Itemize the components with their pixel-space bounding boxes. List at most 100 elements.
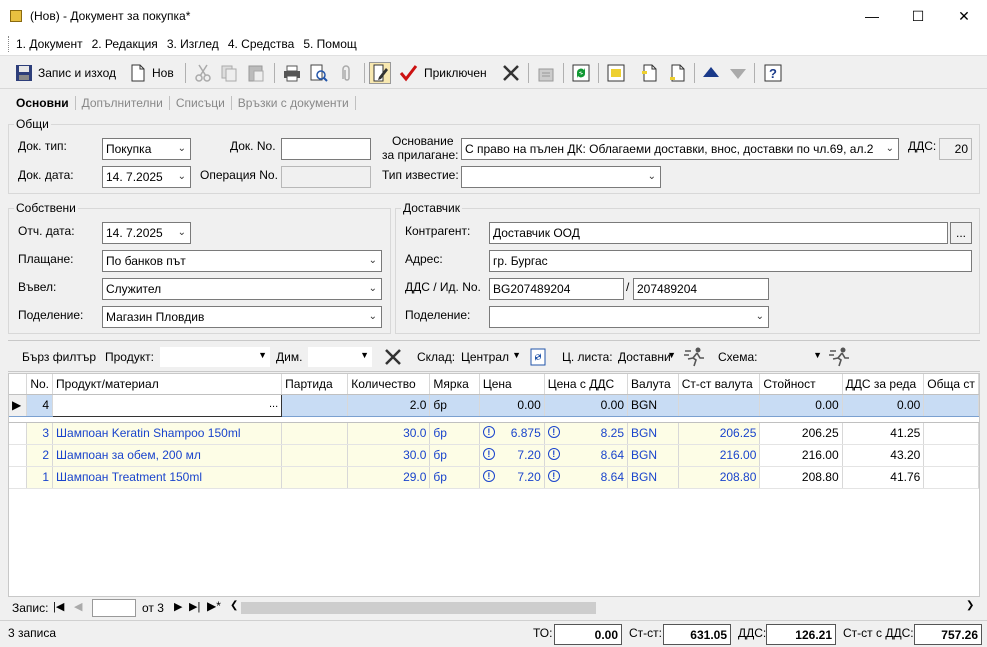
price-cell[interactable]: ! 6.875 <box>479 422 545 445</box>
value-cell[interactable]: 216.00 <box>759 444 843 467</box>
batch-cell[interactable] <box>281 394 349 417</box>
batch-cell[interactable] <box>281 444 349 467</box>
tab-main[interactable]: Основни <box>10 96 76 110</box>
total-cell[interactable] <box>923 422 979 445</box>
currency-value-cell[interactable]: 208.80 <box>678 466 761 489</box>
value-cell[interactable]: 206.25 <box>759 422 843 445</box>
tab-additional[interactable]: Допълнителни <box>76 96 170 110</box>
currency-cell[interactable]: BGN <box>627 394 679 417</box>
attach-icon[interactable] <box>337 63 357 83</box>
scroll-right-button[interactable]: ❯ <box>966 600 974 611</box>
list-settings-icon[interactable] <box>536 63 556 83</box>
report-date-picker[interactable]: 14. 7.2025 ⌄ <box>102 222 191 244</box>
product-cell[interactable]: Шампоан Treatment 150ml <box>52 466 283 489</box>
price-vat-cell[interactable]: 0.00 <box>544 394 629 417</box>
edit-row[interactable]: ▶ 4 ... 2.0 бр 0.00 0.00 BGN 0.00 0.00 <box>9 393 979 417</box>
row-selector[interactable] <box>9 444 28 467</box>
value-cell[interactable]: 208.80 <box>759 466 843 489</box>
cancel-x-icon[interactable] <box>501 63 521 83</box>
browse-product-button[interactable]: ... <box>269 398 278 410</box>
vat-cell[interactable]: 41.25 <box>842 422 925 445</box>
entered-by-select[interactable]: Служител ⌄ <box>102 278 382 300</box>
partner-input[interactable]: Доставчик ООД <box>489 222 948 244</box>
run-pricelist-icon[interactable] <box>683 346 707 368</box>
column-header[interactable]: Обща ст <box>923 374 979 395</box>
maximize-button[interactable]: ☐ <box>895 0 941 32</box>
currency-cell[interactable]: BGN <box>627 466 679 489</box>
column-header[interactable]: Количество <box>347 374 431 395</box>
total-cell[interactable] <box>923 394 979 417</box>
new-record-button[interactable]: ▶* <box>207 599 221 613</box>
price-vat-cell[interactable]: ! 8.64 <box>544 466 629 489</box>
column-header[interactable]: Стойност <box>759 374 843 395</box>
table-row[interactable]: 1 Шампоан Treatment 150ml 29.0 бр ! 7.20 … <box>9 466 979 489</box>
qty-cell[interactable]: 29.0 <box>347 466 431 489</box>
currency-value-cell[interactable]: 216.00 <box>678 444 761 467</box>
edit-document-icon[interactable] <box>369 62 391 84</box>
run-scheme-icon[interactable] <box>828 346 852 368</box>
value-cell[interactable]: 0.00 <box>759 394 843 417</box>
total-cell[interactable] <box>923 466 979 489</box>
close-button[interactable]: ✕ <box>941 0 987 32</box>
clear-filter-icon[interactable] <box>383 347 403 367</box>
column-header[interactable]: Ст-ст валута <box>678 374 761 395</box>
unit-cell[interactable]: бр <box>429 422 480 445</box>
menu-tools[interactable]: 4. Средства <box>228 37 295 51</box>
move-up-icon[interactable] <box>701 63 721 83</box>
doc-type-select[interactable]: Покупка ⌄ <box>102 138 191 160</box>
record-number-input[interactable] <box>92 599 136 617</box>
doc-no-input[interactable] <box>281 138 371 160</box>
table-row[interactable]: 2 Шампоан за обем, 200 мл 30.0 бр ! 7.20 … <box>9 444 979 467</box>
sync-icon[interactable] <box>530 348 546 366</box>
qty-cell[interactable]: 2.0 <box>347 394 431 417</box>
document-copy-icon[interactable] <box>668 63 688 83</box>
dim-filter-select[interactable]: ▼ <box>308 347 372 367</box>
payment-select[interactable]: По банков път ⌄ <box>102 250 382 272</box>
print-icon[interactable] <box>282 63 302 83</box>
minimize-button[interactable]: — <box>849 0 895 32</box>
document-icon[interactable] <box>640 63 660 83</box>
column-header[interactable]: Мярка <box>429 374 480 395</box>
own-division-select[interactable]: Магазин Пловдив ⌄ <box>102 306 382 328</box>
refresh-icon[interactable] <box>571 63 591 83</box>
basis-select[interactable]: С право на пълен ДК: Облагаеми доставки,… <box>461 138 899 160</box>
price-cell[interactable]: ! 7.20 <box>479 466 545 489</box>
row-selector[interactable] <box>9 466 28 489</box>
new-button[interactable]: Нов <box>128 61 174 85</box>
vat-cell[interactable]: 43.20 <box>842 444 925 467</box>
notice-select[interactable]: ⌄ <box>461 166 661 188</box>
warehouse-select[interactable]: Централ ▼ <box>458 347 524 367</box>
vat-cell[interactable]: 0.00 <box>842 394 925 417</box>
quick-filter-label[interactable]: Бърз филтър <box>22 350 96 364</box>
column-header[interactable]: ДДС за реда <box>842 374 925 395</box>
price-cell[interactable]: 0.00 <box>479 394 545 417</box>
column-header[interactable]: Цена <box>479 374 545 395</box>
partner-browse-button[interactable]: ... <box>950 222 972 244</box>
doc-date-picker[interactable]: 14. 7.2025 ⌄ <box>102 166 191 188</box>
menu-edit[interactable]: 2. Редакция <box>92 37 158 51</box>
copy-icon[interactable] <box>219 63 239 83</box>
row-selector[interactable] <box>9 422 28 445</box>
unit-cell[interactable]: бр <box>429 444 480 467</box>
vat-cell[interactable]: 41.76 <box>842 466 925 489</box>
product-filter-select[interactable]: ▼ <box>160 347 270 367</box>
column-header[interactable]: No. <box>26 374 54 395</box>
next-record-button[interactable]: ▶ <box>174 600 182 613</box>
horizontal-scrollbar-thumb[interactable] <box>241 602 596 614</box>
menu-help[interactable]: 5. Помощ <box>303 37 356 51</box>
pricelist-select[interactable]: Доставни ▼ <box>615 347 679 367</box>
print-preview-icon[interactable] <box>308 63 328 83</box>
first-record-button[interactable]: |◀ <box>53 600 64 613</box>
column-header[interactable]: Цена с ДДС <box>544 374 629 395</box>
column-header[interactable]: Валута <box>627 374 679 395</box>
currency-value-cell[interactable] <box>678 394 761 417</box>
vat-no-input[interactable]: BG207489204 <box>489 278 624 300</box>
save-exit-button[interactable]: Запис и изход <box>14 61 116 85</box>
id-no-input[interactable]: 207489204 <box>633 278 769 300</box>
price-vat-cell[interactable]: ! 8.64 <box>544 444 629 467</box>
currency-cell[interactable]: BGN <box>627 422 679 445</box>
highlight-icon[interactable] <box>606 63 626 83</box>
product-cell[interactable]: Шампоан Keratin Shampoo 150ml <box>52 422 283 445</box>
batch-cell[interactable] <box>281 466 349 489</box>
currency-value-cell[interactable]: 206.25 <box>678 422 761 445</box>
